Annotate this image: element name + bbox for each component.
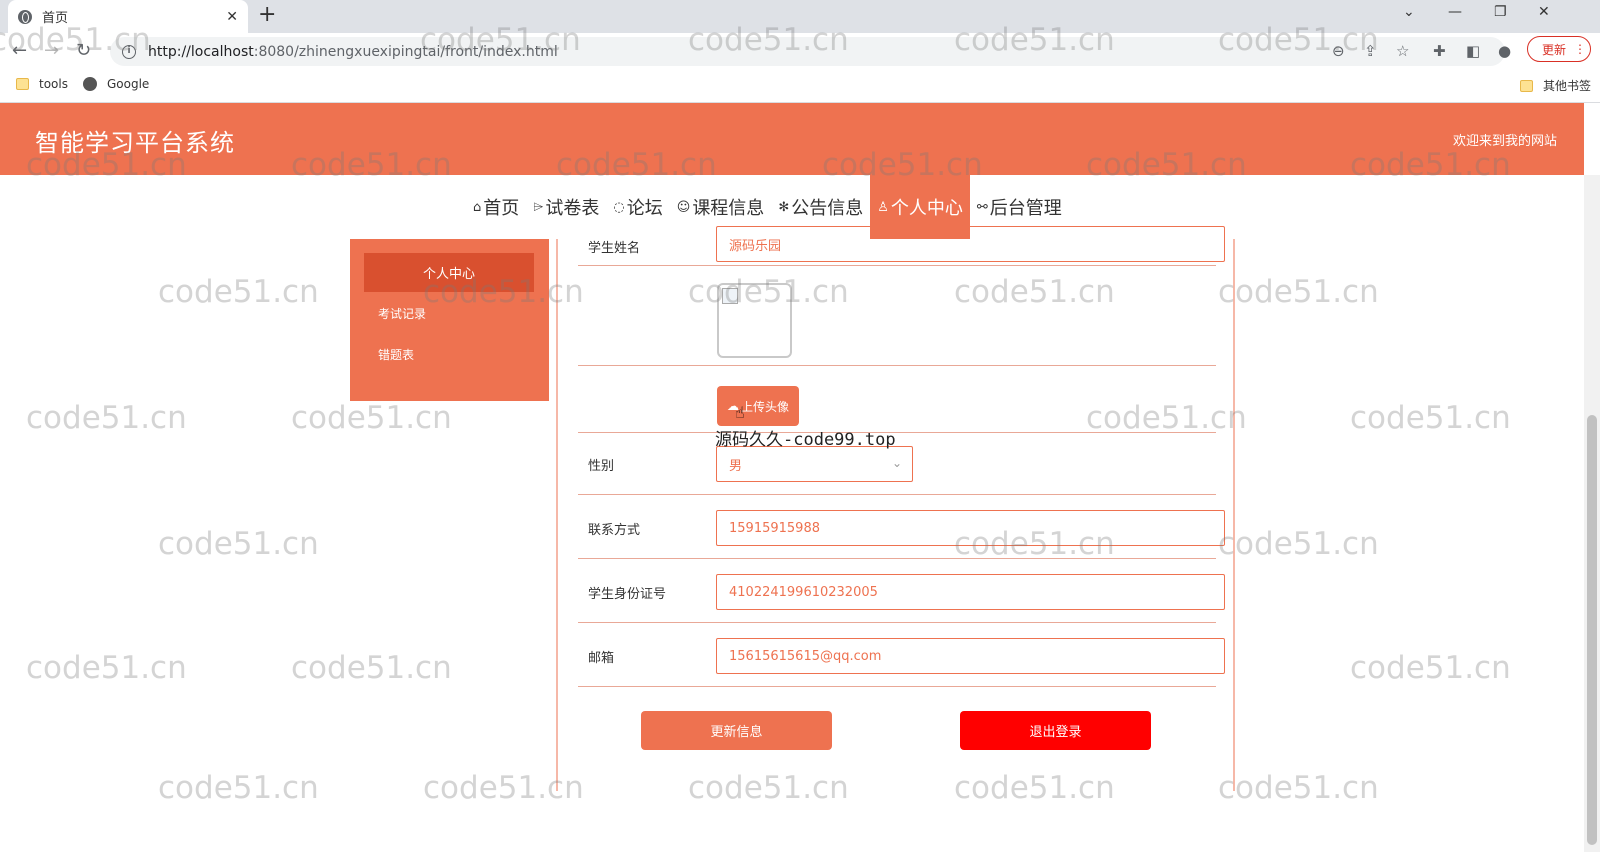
- email-label: 邮箱: [588, 651, 615, 666]
- zoom-icon[interactable]: ⊖: [1332, 42, 1345, 60]
- site-title: 智能学习平台系统: [35, 129, 235, 157]
- tab-title: 首页: [42, 11, 69, 26]
- avatar-image: [717, 283, 792, 358]
- overlay-watermark-text: 源码久久-code99.top: [715, 430, 896, 450]
- phone-field[interactable]: 15915915988: [716, 510, 1225, 546]
- profile-icon[interactable]: ●: [1498, 42, 1511, 60]
- name-label: 学生姓名: [588, 241, 641, 256]
- site-info-icon[interactable]: i: [122, 44, 136, 59]
- profile-form: 学生姓名 源码乐园 ☁ 上传头像 性别 男 ⌄ 联系方式 15915915988 学…: [556, 226, 1235, 791]
- minimize-icon[interactable]: —: [1448, 4, 1462, 20]
- welcome-text: 欢迎来到我的网站: [1452, 134, 1557, 149]
- update-button[interactable]: 更新 ⋮: [1527, 36, 1591, 62]
- share-icon[interactable]: ⇪: [1364, 42, 1377, 60]
- tab-search-icon[interactable]: ⌄: [1403, 4, 1415, 20]
- watermark: code51.cn: [291, 400, 452, 436]
- url-host: http://localhost: [148, 43, 254, 60]
- scrollbar-thumb[interactable]: [1587, 415, 1597, 845]
- watermark: code51.cn: [291, 650, 452, 686]
- watermark: code51.cn: [158, 526, 319, 562]
- name-row: 学生姓名 源码乐园: [578, 209, 1225, 266]
- sidebar-item-exam-records[interactable]: 考试记录: [378, 305, 426, 322]
- idcard-label: 学生身份证号: [588, 587, 667, 602]
- phone-label: 联系方式: [588, 523, 641, 538]
- phone-row: 联系方式 15915915988: [578, 495, 1225, 559]
- sidepanel-icon[interactable]: ◧: [1466, 42, 1480, 60]
- email-row: 邮箱 15615615615@qq.com: [578, 623, 1225, 687]
- watermark: code51.cn: [158, 770, 319, 806]
- update-info-button[interactable]: 更新信息: [641, 711, 832, 750]
- nav-label: 首页: [483, 198, 520, 219]
- idcard-field[interactable]: 410224199610232005: [716, 574, 1225, 610]
- google-icon: [83, 77, 97, 91]
- sidebar-item-wrong-questions[interactable]: 错题表: [378, 346, 414, 363]
- browser-toolbar: ← → ↻ i http://localhost:8080/zhinengxue…: [0, 33, 1600, 69]
- upload-row: ☁ 上传头像: [578, 366, 1216, 433]
- bookmark-tools[interactable]: tools: [16, 77, 68, 91]
- bookmarks-bar: tools Google 其他书签: [0, 69, 1600, 103]
- upload-label: 上传头像: [740, 399, 789, 414]
- watermark: code51.cn: [1350, 650, 1511, 686]
- extensions-icon[interactable]: ✚: [1433, 42, 1446, 60]
- sidebar: 个人中心 考试记录 错题表: [350, 239, 549, 401]
- globe-icon: [18, 9, 32, 24]
- watermark: code51.cn: [158, 274, 319, 310]
- close-window-icon[interactable]: ✕: [1538, 4, 1550, 20]
- reload-icon[interactable]: ↻: [76, 40, 91, 61]
- hand-cursor-icon: ☝: [735, 403, 745, 422]
- watermark: code51.cn: [1218, 770, 1379, 806]
- star-icon[interactable]: ☆: [1396, 42, 1409, 60]
- tab-close-icon[interactable]: ✕: [226, 9, 238, 25]
- chevron-down-icon: ⌄: [891, 456, 902, 470]
- gender-row: 性别 男 ⌄: [578, 433, 1216, 495]
- bookmark-google[interactable]: Google: [83, 77, 149, 91]
- broken-image-icon: [722, 288, 738, 304]
- gender-label: 性别: [588, 459, 615, 474]
- forward-icon[interactable]: →: [44, 40, 59, 61]
- watermark: code51.cn: [26, 650, 187, 686]
- idcard-row: 学生身份证号 410224199610232005: [578, 559, 1225, 623]
- page-scrollbar[interactable]: [1584, 175, 1600, 852]
- new-tab-button[interactable]: +: [258, 2, 276, 27]
- email-field[interactable]: 15615615615@qq.com: [716, 638, 1225, 674]
- other-bookmarks[interactable]: 其他书签: [1520, 77, 1591, 94]
- menu-icon: ⋮: [1574, 42, 1587, 56]
- other-bookmarks-label: 其他书签: [1543, 79, 1592, 93]
- avatar-row: [578, 266, 1216, 366]
- name-field[interactable]: 源码乐园: [716, 226, 1225, 262]
- browser-tabstrip: 首页 ✕ + ⌄ — ❐ ✕: [0, 0, 1600, 33]
- gender-select[interactable]: 男 ⌄: [716, 446, 913, 482]
- address-bar[interactable]: i http://localhost:8080/zhinengxuexiping…: [110, 37, 1505, 66]
- watermark: code51.cn: [1218, 274, 1379, 310]
- tag-icon: ⌲: [533, 199, 544, 215]
- update-label: 更新: [1542, 42, 1567, 57]
- watermark: code51.cn: [1350, 400, 1511, 436]
- bookmark-label: tools: [39, 77, 68, 91]
- sidebar-item-personal-center[interactable]: 个人中心: [364, 253, 534, 292]
- folder-icon: [16, 78, 29, 90]
- home-icon: ⌂: [473, 199, 482, 215]
- bookmark-label: Google: [107, 77, 150, 91]
- site-header: 智能学习平台系统 欢迎来到我的网站: [0, 103, 1584, 175]
- restore-icon[interactable]: ❐: [1494, 4, 1507, 20]
- back-icon[interactable]: ←: [12, 40, 27, 61]
- nav-home[interactable]: ⌂ 首页: [466, 175, 526, 239]
- watermark: code51.cn: [1218, 526, 1379, 562]
- folder-icon: [1520, 79, 1533, 92]
- browser-tab[interactable]: 首页 ✕: [8, 0, 248, 33]
- logout-button[interactable]: 退出登录: [960, 711, 1151, 750]
- watermark: code51.cn: [26, 400, 187, 436]
- url-path: :8080/zhinengxuexipingtai/front/index.ht…: [253, 43, 558, 60]
- upload-avatar-button[interactable]: ☁ 上传头像: [717, 386, 799, 426]
- gender-value: 男: [729, 458, 743, 474]
